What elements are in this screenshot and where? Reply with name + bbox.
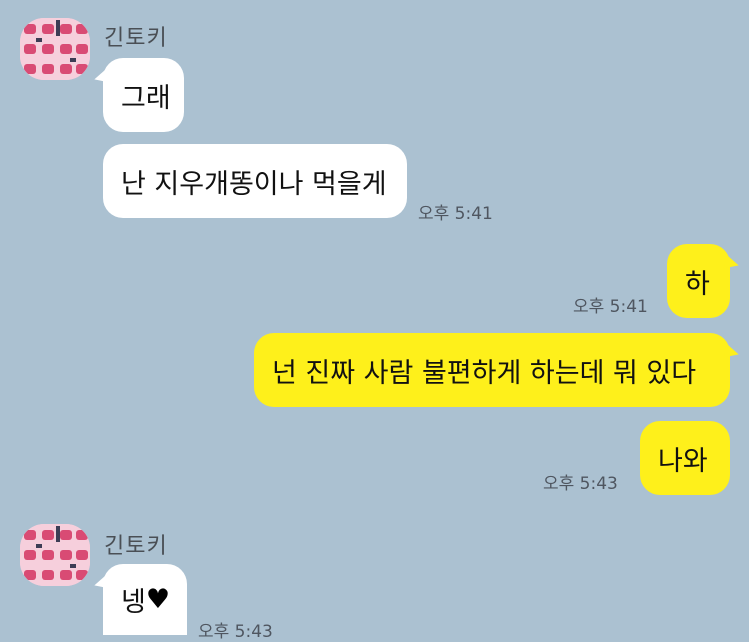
message-text: 넹 bbox=[121, 587, 146, 618]
message-bubble[interactable]: 넌 진짜 사람 불편하게 하는데 뭐 있다 bbox=[254, 333, 730, 407]
avatar[interactable] bbox=[20, 524, 90, 586]
message-timestamp: 오후 5:41 bbox=[573, 297, 648, 317]
sender-name: 긴토키 bbox=[104, 534, 168, 559]
message-bubble[interactable]: 그래 bbox=[103, 58, 184, 132]
avatar[interactable] bbox=[20, 18, 90, 80]
message-bubble[interactable]: 나와 bbox=[640, 421, 730, 495]
message-timestamp: 오후 5:41 bbox=[418, 204, 493, 224]
message-timestamp: 오후 5:43 bbox=[543, 474, 618, 494]
avatar-image bbox=[20, 18, 90, 80]
heart-icon: ♥ bbox=[145, 584, 171, 615]
avatar-image bbox=[20, 524, 90, 586]
message-bubble[interactable]: 넹 ♥ bbox=[103, 564, 187, 635]
sender-name: 긴토키 bbox=[104, 26, 168, 51]
message-bubble[interactable]: 난 지우개똥이나 먹을게 bbox=[103, 144, 407, 218]
message-timestamp: 오후 5:43 bbox=[198, 622, 273, 642]
message-bubble[interactable]: 하 bbox=[667, 244, 730, 318]
